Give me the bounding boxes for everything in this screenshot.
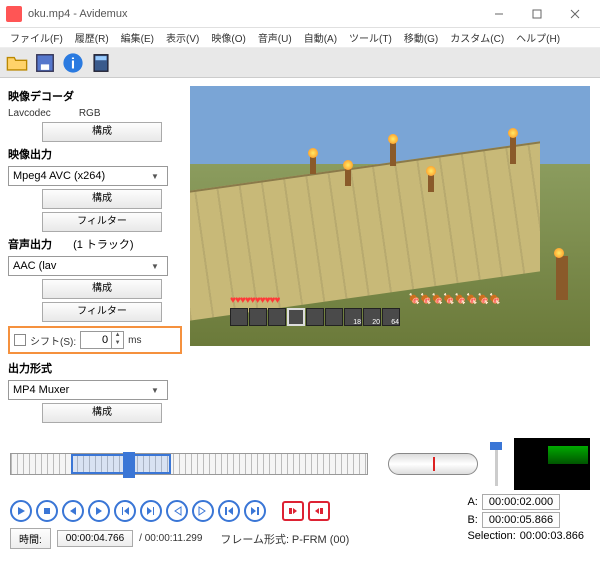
chevron-down-icon: ▼: [151, 262, 163, 271]
audio-configure-button[interactable]: 構成: [42, 279, 162, 299]
minimize-button[interactable]: [480, 3, 518, 25]
jog-wheel[interactable]: [388, 453, 478, 475]
first-frame-button[interactable]: [218, 500, 240, 522]
audio-filter-button[interactable]: フィルター: [42, 302, 162, 322]
video-output-title: 映像出力: [8, 146, 182, 162]
menu-custom[interactable]: カスタム(C): [444, 30, 510, 45]
close-button[interactable]: [556, 3, 594, 25]
output-configure-button[interactable]: 構成: [42, 403, 162, 423]
video-configure-button[interactable]: 構成: [42, 189, 162, 209]
ab-marker-panel: A: 00:00:02.000 B: 00:00:05.866 Selection:…: [467, 494, 584, 542]
menu-goto[interactable]: 移動(G): [398, 30, 444, 45]
marker-a-value: 00:00:02.000: [482, 494, 560, 510]
decoder-title: 映像デコーダ: [8, 88, 182, 104]
shift-highlight-box: シフト(S): 0 ▲▼ ms: [8, 326, 182, 354]
next-keyframe-button[interactable]: [140, 500, 162, 522]
decoder-codec: Lavcodec: [8, 108, 51, 119]
selection-label: Selection:: [467, 530, 515, 542]
shift-label: シフト(S):: [30, 333, 76, 348]
spin-up-icon[interactable]: ▲: [112, 332, 123, 340]
maximize-button[interactable]: [518, 3, 556, 25]
time-label-button[interactable]: 時間:: [10, 528, 51, 549]
menu-bar: ファイル(F) 履歴(R) 編集(E) 表示(V) 映像(O) 音声(U) 自動…: [0, 28, 600, 48]
time-current-field[interactable]: 00:00:04.766: [57, 530, 133, 547]
next-frame-button[interactable]: [88, 500, 110, 522]
set-marker-a-button[interactable]: [282, 501, 304, 521]
next-cut-button[interactable]: [192, 500, 214, 522]
menu-help[interactable]: ヘルプ(H): [510, 30, 566, 45]
audio-track-count: (1 トラック): [73, 239, 134, 251]
audio-output-select[interactable]: AAC (lav▼: [8, 256, 168, 276]
video-preview: ♥♥♥♥♥♥♥♥♥♥🍖🍖🍖🍖🍖🍖🍖🍖 18 20 64: [190, 86, 590, 346]
marker-a-label: A:: [467, 496, 477, 508]
svg-text:i: i: [71, 55, 75, 72]
decoder-configure-button[interactable]: 構成: [42, 122, 162, 142]
volume-slider[interactable]: [486, 441, 506, 487]
play-button[interactable]: [10, 500, 32, 522]
menu-audio[interactable]: 音声(U): [252, 30, 298, 45]
window-title: oku.mp4 - Avidemux: [28, 8, 480, 20]
menu-view[interactable]: 表示(V): [160, 30, 205, 45]
menu-auto[interactable]: 自動(A): [298, 30, 343, 45]
app-icon: [6, 6, 22, 22]
open-icon[interactable]: [6, 52, 28, 74]
stop-button[interactable]: [36, 500, 58, 522]
calculator-icon[interactable]: [90, 52, 112, 74]
timeline-selection: [71, 454, 171, 474]
set-marker-b-button[interactable]: [308, 501, 330, 521]
audio-output-title: 音声出力 (1 トラック): [8, 236, 182, 252]
prev-cut-button[interactable]: [166, 500, 188, 522]
last-frame-button[interactable]: [244, 500, 266, 522]
output-format-title: 出力形式: [8, 360, 182, 376]
prev-keyframe-button[interactable]: [114, 500, 136, 522]
side-panel: 映像デコーダ Lavcodec RGB 構成 映像出力 Mpeg4 AVC (x…: [0, 78, 190, 432]
timeline-slider[interactable]: [10, 453, 368, 475]
timeline-handle[interactable]: [123, 452, 135, 478]
playback-controls: [10, 500, 349, 522]
info-icon[interactable]: i: [62, 52, 84, 74]
shift-unit: ms: [128, 335, 141, 346]
save-icon[interactable]: [34, 52, 56, 74]
game-hud: ♥♥♥♥♥♥♥♥♥♥🍖🍖🍖🍖🍖🍖🍖🍖 18 20 64: [230, 294, 500, 322]
selection-value: 00:00:03.866: [520, 530, 584, 542]
marker-b-label: B:: [467, 514, 477, 526]
time-total: / 00:00:11.299: [139, 533, 202, 544]
thumbnail-preview: [514, 438, 590, 490]
menu-video[interactable]: 映像(O): [205, 30, 251, 45]
shift-checkbox[interactable]: [14, 334, 26, 346]
menu-file[interactable]: ファイル(F): [4, 30, 69, 45]
toolbar: i: [0, 48, 600, 78]
spin-down-icon[interactable]: ▼: [112, 340, 123, 348]
marker-b-value: 00:00:05.866: [482, 512, 560, 528]
chevron-down-icon: ▼: [151, 172, 163, 181]
prev-frame-button[interactable]: [62, 500, 84, 522]
video-output-select[interactable]: Mpeg4 AVC (x264)▼: [8, 166, 168, 186]
output-format-select[interactable]: MP4 Muxer▼: [8, 380, 168, 400]
menu-history[interactable]: 履歴(R): [69, 30, 115, 45]
video-filter-button[interactable]: フィルター: [42, 212, 162, 232]
shift-spinbox[interactable]: 0 ▲▼: [80, 331, 124, 349]
menu-tools[interactable]: ツール(T): [343, 30, 398, 45]
chevron-down-icon: ▼: [151, 386, 163, 395]
frame-type-label: フレーム形式: P-FRM (00): [220, 531, 349, 547]
menu-edit[interactable]: 編集(E): [115, 30, 160, 45]
decoder-format: RGB: [79, 108, 101, 119]
